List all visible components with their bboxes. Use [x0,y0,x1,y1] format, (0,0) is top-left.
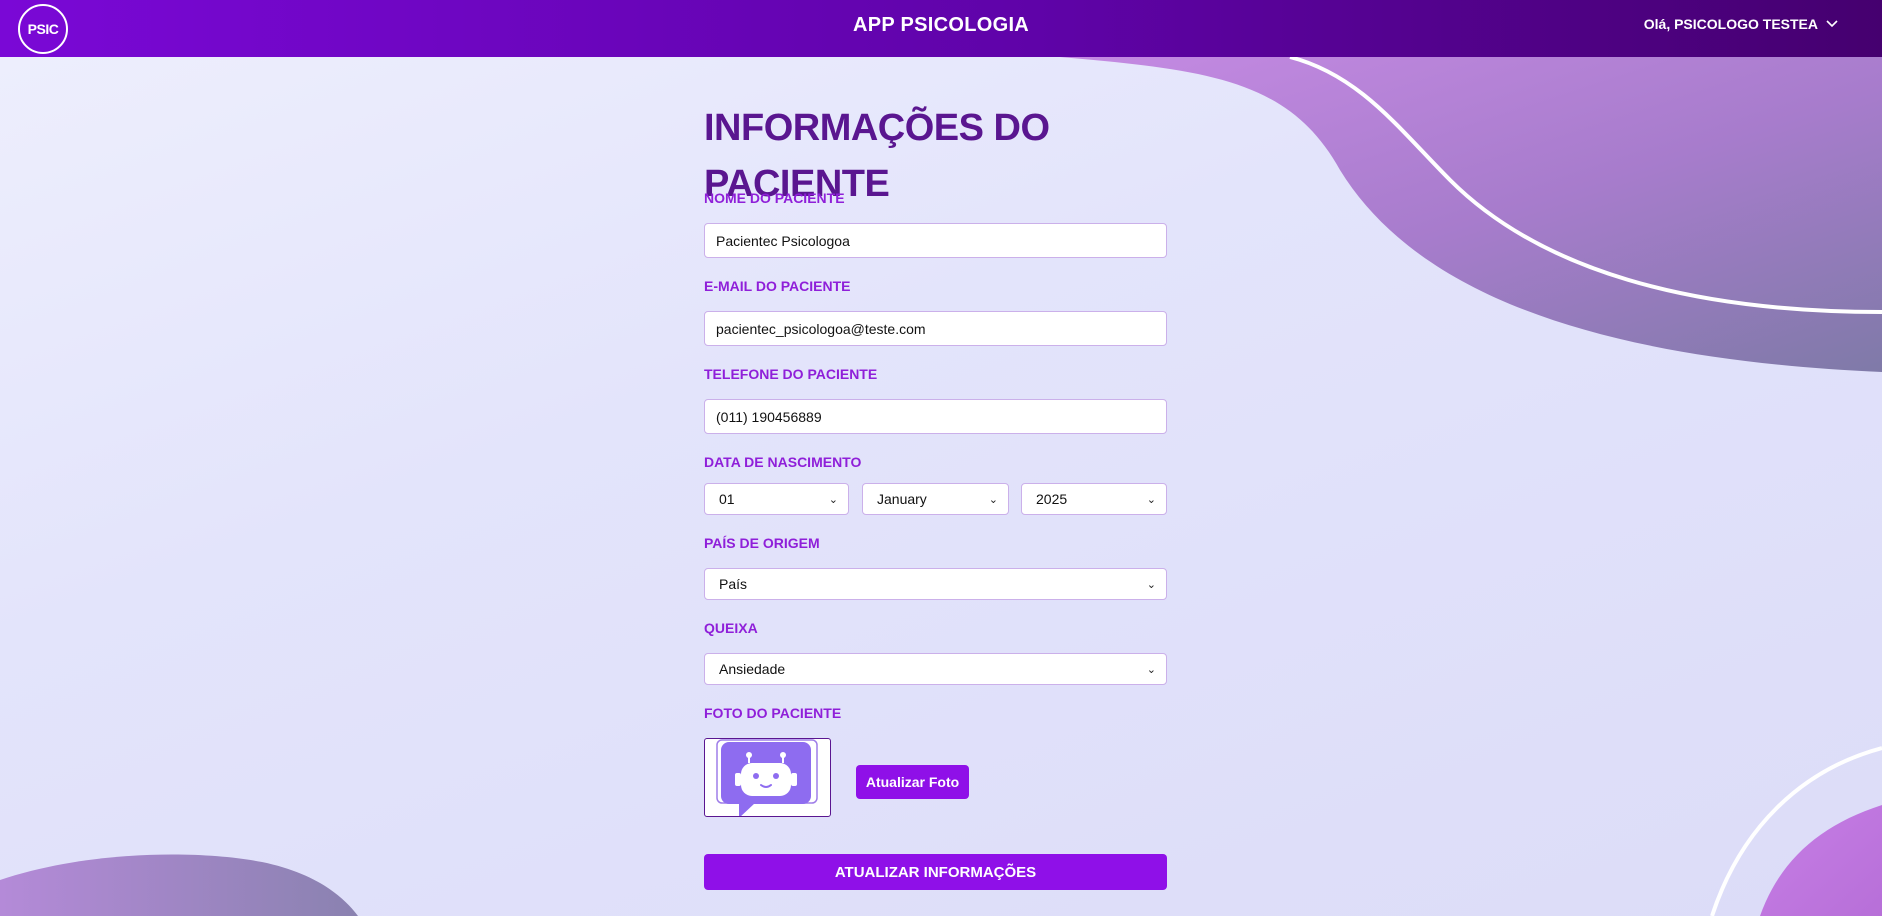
chevron-down-icon [1826,20,1838,28]
country-label: PAÍS DE ORIGEM [704,535,820,551]
wave-bottom-right [1760,805,1882,916]
patient-name-label: NOME DO PACIENTE [704,190,845,206]
logo-text: PSIC [27,21,59,37]
patient-email-label: E-MAIL DO PACIENTE [704,278,851,294]
country-value: País [719,576,748,592]
user-greeting: Olá, PSICOLOGO TESTEA [1643,16,1818,32]
chevron-down-icon: ⌄ [828,493,838,506]
birth-day-value: 01 [719,491,735,507]
top-navbar: PSIC APP PSICOLOGIA Olá, PSICOLOGO TESTE… [0,0,1882,57]
chevron-down-icon: ⌄ [1146,663,1156,676]
complaint-select[interactable]: Ansiedade ⌄ [704,653,1167,685]
patient-name-input[interactable] [704,223,1167,258]
birth-year-value: 2025 [1036,491,1068,507]
photo-label: FOTO DO PACIENTE [704,705,842,721]
chevron-down-icon: ⌄ [988,493,998,506]
complaint-label: QUEIXA [704,620,758,636]
patient-info-form: INFORMAÇÕES DO PACIENTE NOME DO PACIENTE… [704,100,1167,890]
birth-month-select[interactable]: January ⌄ [862,483,1009,515]
wave-bottom-left [0,854,358,916]
patient-phone-label: TELEFONE DO PACIENTE [704,366,878,382]
birth-year-select[interactable]: 2025 ⌄ [1021,483,1167,515]
chevron-down-icon: ⌄ [1146,493,1156,506]
patient-photo [704,738,831,818]
patient-phone-input[interactable] [704,399,1167,434]
complaint-value: Ansiedade [719,661,786,677]
country-select[interactable]: País ⌄ [704,568,1167,600]
chevron-down-icon: ⌄ [1146,578,1156,591]
robot-chat-icon [716,739,818,818]
update-photo-button[interactable]: Atualizar Foto [856,765,969,799]
update-info-button[interactable]: ATUALIZAR INFORMAÇÕES [704,854,1167,890]
app-logo[interactable]: PSIC [18,4,68,54]
birth-day-select[interactable]: 01 ⌄ [704,483,849,515]
birth-date-label: DATA DE NASCIMENTO [704,454,862,470]
patient-email-input[interactable] [704,311,1167,346]
user-menu[interactable]: Olá, PSICOLOGO TESTEA [1644,16,1838,32]
birth-month-value: January [877,491,927,507]
app-title: APP PSICOLOGIA [852,14,1030,36]
